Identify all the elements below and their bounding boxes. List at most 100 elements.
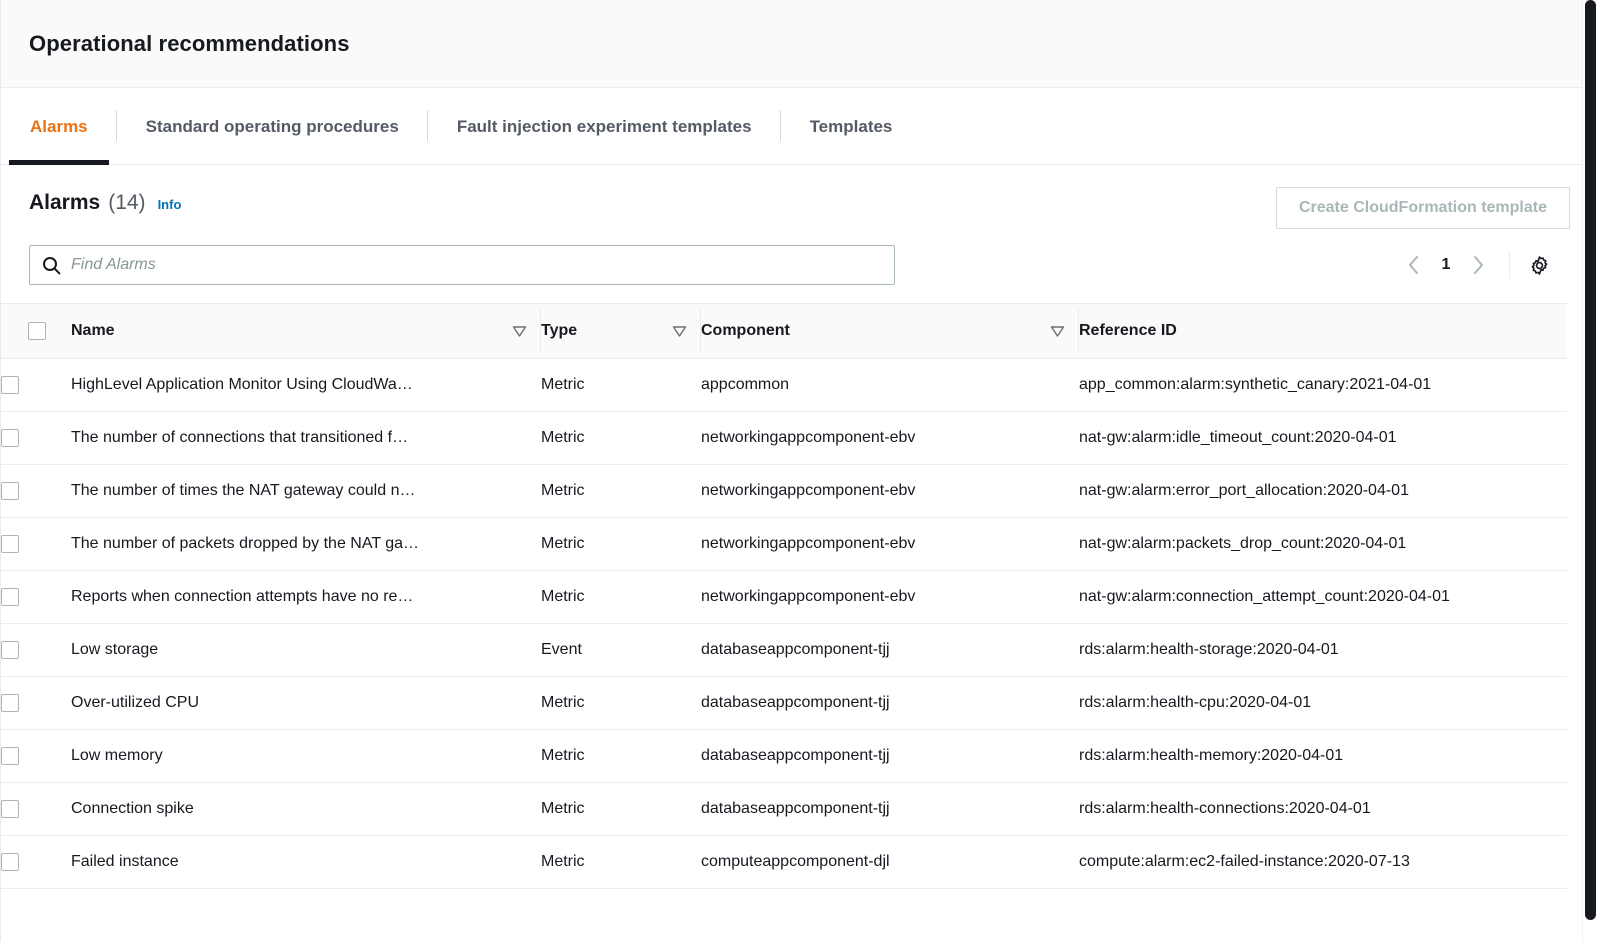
tab-bar: Alarms Standard operating procedures Fau…: [1, 88, 1598, 165]
table-row[interactable]: The number of packets dropped by the NAT…: [1, 517, 1567, 571]
row-select-cell: [1, 570, 71, 624]
panel-title-row: Alarms (14) Info Create CloudFormation t…: [29, 187, 1570, 231]
panel-heading: Alarms (14) Info: [29, 187, 181, 215]
row-checkbox[interactable]: [1, 587, 19, 606]
create-cloudformation-template-button[interactable]: Create CloudFormation template: [1275, 187, 1570, 229]
column-header-type[interactable]: Type: [541, 303, 701, 359]
tab-fault-injection-experiment-templates[interactable]: Fault injection experiment templates: [428, 88, 781, 165]
cell-reference-id: nat-gw:alarm:packets_drop_count:2020-04-…: [1079, 517, 1567, 571]
table-row[interactable]: Failed instance Metric computeappcompone…: [1, 835, 1567, 889]
row-checkbox[interactable]: [1, 693, 19, 712]
cell-component: computeappcomponent-djl: [701, 835, 1079, 889]
cell-name: HighLevel Application Monitor Using Clou…: [71, 358, 541, 412]
column-header-reference-id[interactable]: Reference ID: [1079, 303, 1567, 359]
table-row[interactable]: Low storage Event databaseappcomponent-t…: [1, 623, 1567, 677]
row-checkbox[interactable]: [1, 799, 19, 818]
column-header-component-label: Component: [701, 322, 790, 339]
table-row[interactable]: HighLevel Application Monitor Using Clou…: [1, 358, 1567, 412]
table-head: Name Type Component Reference ID: [1, 303, 1567, 359]
cell-reference-id: nat-gw:alarm:connection_attempt_count:20…: [1079, 570, 1567, 624]
cell-type: Metric: [541, 782, 701, 836]
alarms-table: Name Type Component Reference ID HighLev…: [1, 303, 1567, 889]
pagination-next-button[interactable]: [1459, 246, 1497, 284]
table-row[interactable]: The number of connections that transitio…: [1, 411, 1567, 465]
cell-reference-id: rds:alarm:health-memory:2020-04-01: [1079, 729, 1567, 783]
cell-name: Connection spike: [71, 782, 541, 836]
cell-reference-id: compute:alarm:ec2-failed-instance:2020-0…: [1079, 835, 1567, 889]
vertical-scrollbar[interactable]: [1582, 0, 1598, 942]
sort-triangle-icon[interactable]: [672, 325, 687, 338]
row-checkbox[interactable]: [1, 481, 19, 500]
select-all-checkbox[interactable]: [28, 321, 46, 340]
search-input[interactable]: Find Alarms: [29, 245, 895, 285]
row-checkbox[interactable]: [1, 746, 19, 765]
cell-component: networkingappcomponent-ebv: [701, 517, 1079, 571]
info-link[interactable]: Info: [158, 197, 182, 212]
cell-component: databaseappcomponent-tjj: [701, 623, 1079, 677]
table-row[interactable]: Reports when connection attempts have no…: [1, 570, 1567, 624]
page-title: Operational recommendations: [29, 30, 350, 56]
row-select-cell: [1, 676, 71, 730]
cell-type: Metric: [541, 464, 701, 518]
row-select-cell: [1, 517, 71, 571]
row-select-cell: [1, 729, 71, 783]
cell-reference-id: rds:alarm:health-cpu:2020-04-01: [1079, 676, 1567, 730]
table-row[interactable]: Low memory Metric databaseappcomponent-t…: [1, 729, 1567, 783]
row-select-cell: [1, 782, 71, 836]
column-header-component[interactable]: Component: [701, 303, 1079, 359]
cell-type: Metric: [541, 570, 701, 624]
column-header-reference-id-label: Reference ID: [1079, 322, 1177, 339]
cell-type: Metric: [541, 835, 701, 889]
pagination-controls: 1: [1395, 246, 1570, 284]
column-header-type-label: Type: [541, 322, 578, 339]
tab-alarms-label: Alarms: [30, 116, 88, 136]
operational-recommendations-page: Operational recommendations Alarms Stand…: [0, 0, 1598, 942]
row-checkbox[interactable]: [1, 640, 19, 659]
chevron-left-icon: [1409, 256, 1418, 274]
pagination-prev-button[interactable]: [1395, 246, 1433, 284]
sort-triangle-icon[interactable]: [1050, 325, 1065, 338]
tab-standard-operating-procedures[interactable]: Standard operating procedures: [117, 88, 428, 165]
cell-reference-id: rds:alarm:health-connections:2020-04-01: [1079, 782, 1567, 836]
tab-fault-injection-experiment-templates-label: Fault injection experiment templates: [456, 116, 752, 136]
search-placeholder: Find Alarms: [71, 256, 156, 273]
row-select-cell: [1, 464, 71, 518]
cell-component: networkingappcomponent-ebv: [701, 570, 1079, 624]
row-checkbox[interactable]: [1, 375, 19, 394]
cell-name: Low memory: [71, 729, 541, 783]
alarms-table-panel: Alarms (14) Info Create CloudFormation t…: [1, 165, 1598, 889]
cell-component: databaseappcomponent-tjj: [701, 676, 1079, 730]
column-header-name[interactable]: Name: [71, 303, 541, 359]
pagination-divider: [1509, 251, 1510, 279]
cell-type: Event: [541, 623, 701, 677]
cell-component: databaseappcomponent-tjj: [701, 729, 1079, 783]
tab-alarms[interactable]: Alarms: [1, 88, 117, 165]
table-row[interactable]: The number of times the NAT gateway coul…: [1, 464, 1567, 518]
vertical-scrollbar-thumb[interactable]: [1585, 0, 1596, 920]
sort-triangle-icon[interactable]: [512, 325, 527, 338]
table-row[interactable]: Connection spike Metric databaseappcompo…: [1, 782, 1567, 836]
table-header-area: Alarms (14) Info Create CloudFormation t…: [1, 165, 1598, 303]
table-row[interactable]: Over-utilized CPU Metric databaseappcomp…: [1, 676, 1567, 730]
panel-title: Alarms: [29, 191, 101, 214]
table-row-clipped[interactable]: Over-utilized CPU Metric computeappcompo…: [2, 930, 1598, 942]
table-preferences-button[interactable]: [1522, 248, 1556, 282]
cell-type: Metric: [541, 729, 701, 783]
filter-row: Find Alarms 1: [29, 231, 1570, 303]
row-checkbox[interactable]: [1, 534, 19, 553]
cell-component: databaseappcomponent-tjj: [701, 782, 1079, 836]
pagination-page-1[interactable]: 1: [1433, 256, 1459, 274]
table-header-row: Name Type Component Reference ID: [1, 303, 1567, 359]
cell-name: Failed instance: [71, 835, 541, 889]
column-header-name-label: Name: [71, 322, 115, 339]
search-icon: [42, 256, 61, 275]
cell-type: Metric: [541, 517, 701, 571]
row-checkbox[interactable]: [1, 428, 19, 447]
row-checkbox[interactable]: [1, 852, 19, 871]
cell-name: Low storage: [71, 623, 541, 677]
row-select-cell: [1, 358, 71, 412]
cell-reference-id: nat-gw:alarm:idle_timeout_count:2020-04-…: [1079, 411, 1567, 465]
tab-templates[interactable]: Templates: [781, 88, 922, 165]
chevron-right-icon: [1474, 256, 1483, 274]
cell-name: The number of times the NAT gateway coul…: [71, 464, 541, 518]
